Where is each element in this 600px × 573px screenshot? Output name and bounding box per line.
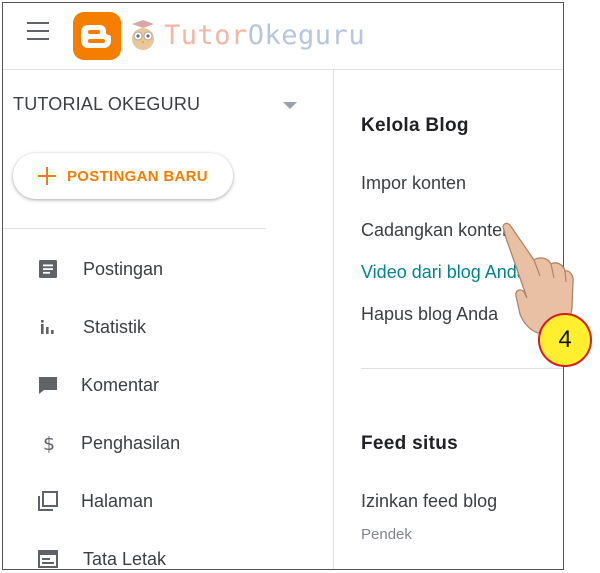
sidebar-item-komentar[interactable]: Komentar <box>3 356 333 414</box>
sidebar-item-label: Penghasilan <box>81 432 181 453</box>
blog-name: TUTORIAL OKEGURU <box>13 94 201 114</box>
section-divider <box>361 368 563 369</box>
sidebar-item-label: Halaman <box>81 490 154 511</box>
allow-blog-feed-setting[interactable]: Izinkan feed blog <box>361 491 497 512</box>
site-feed-title: Feed situs <box>361 433 458 454</box>
hamburger-menu-icon[interactable] <box>27 22 49 40</box>
pages-icon <box>38 491 58 511</box>
blog-feed-value: Pendek <box>361 526 412 543</box>
layout-icon <box>38 550 58 568</box>
sidebar-item-halaman[interactable]: Halaman <box>3 472 333 530</box>
stats-icon <box>41 320 54 334</box>
app-window: TutorOkeguru TUTORIAL OKEGURU POSTINGAN … <box>2 2 564 570</box>
backup-content-link[interactable]: Cadangkan konten <box>361 220 512 241</box>
posts-icon <box>39 260 57 278</box>
sidebar-item-penghasilan[interactable]: $ Penghasilan <box>3 414 333 472</box>
new-post-label: POSTINGAN BARU <box>67 167 208 185</box>
manage-blog-title: Kelola Blog <box>361 115 469 136</box>
watermark-text-okeguru: Okeguru <box>247 19 366 51</box>
tutorokeguru-watermark: TutorOkeguru <box>128 17 365 53</box>
comments-icon <box>39 377 57 394</box>
sidebar-item-label: Statistik <box>83 316 147 337</box>
import-content-link[interactable]: Impor konten <box>361 173 466 194</box>
sidebar-nav: Postingan Statistik Komentar $ Penghasil… <box>3 240 333 569</box>
caret-down-icon <box>283 102 297 109</box>
sidebar-item-postingan[interactable]: Postingan <box>3 240 333 298</box>
sidebar-item-tata-letak[interactable]: Tata Letak <box>3 530 333 569</box>
sidebar-item-label: Komentar <box>81 374 160 395</box>
sidebar-item-label: Tata Letak <box>83 548 167 569</box>
sidebar: TUTORIAL OKEGURU POSTINGAN BARU Postinga… <box>3 70 334 569</box>
top-bar: TutorOkeguru <box>3 3 563 70</box>
delete-blog-link[interactable]: Hapus blog Anda <box>361 304 498 325</box>
new-post-button[interactable]: POSTINGAN BARU <box>13 153 233 199</box>
step-number-badge: 4 <box>538 313 592 367</box>
blog-selector[interactable]: TUTORIAL OKEGURU <box>13 94 303 120</box>
watermark-text-tutor: Tutor <box>164 19 248 51</box>
dollar-icon: $ <box>43 433 55 454</box>
owl-mascot-icon <box>132 20 154 50</box>
sidebar-item-label: Postingan <box>83 258 164 279</box>
blogger-logo-icon[interactable] <box>73 12 121 60</box>
plus-icon <box>37 166 57 186</box>
sidebar-item-statistik[interactable]: Statistik <box>3 298 333 356</box>
svg-text:$: $ <box>43 433 55 454</box>
sidebar-divider <box>3 228 266 229</box>
